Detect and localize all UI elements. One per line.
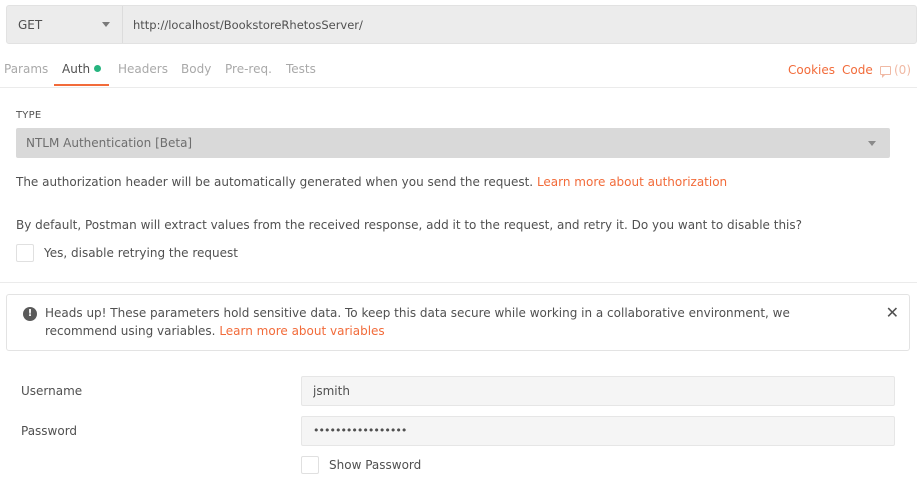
tab-headers[interactable]: Headers	[118, 55, 168, 86]
comments-button[interactable]: (0)	[880, 55, 911, 86]
sensitive-data-alert: ! Heads up! These parameters hold sensit…	[6, 294, 910, 351]
tab-auth[interactable]: Auth	[54, 55, 110, 86]
password-label: Password	[21, 424, 78, 438]
auth-info-line: The authorization header will be automat…	[16, 175, 727, 189]
close-icon[interactable]: ✕	[886, 304, 899, 322]
retry-info-text: By default, Postman will extract values …	[16, 218, 803, 232]
auth-status-dot-icon	[94, 65, 102, 72]
url-input[interactable]	[123, 6, 916, 43]
request-bar: GET	[6, 5, 917, 44]
learn-more-authorization-link[interactable]: Learn more about authorization	[537, 175, 727, 189]
username-label: Username	[21, 384, 83, 398]
auth-info-text: The authorization header will be automat…	[16, 175, 534, 189]
tab-auth-label: Auth	[62, 62, 91, 76]
request-tabs: Params Auth Headers Body Pre-req. Tests …	[0, 55, 917, 88]
show-password-label: Show Password	[329, 458, 422, 472]
cookies-link[interactable]: Cookies	[788, 55, 835, 86]
auth-type-value: NTLM Authentication [Beta]	[26, 136, 193, 150]
method-label: GET	[18, 17, 43, 32]
auth-type-label: TYPE	[16, 110, 42, 121]
alert-message: Heads up! These parameters hold sensitiv…	[45, 306, 790, 338]
exclamation-icon: !	[23, 307, 37, 321]
tab-prerequest-label: Pre-req.	[225, 62, 272, 76]
show-password-row: Show Password	[301, 456, 421, 474]
auth-type-select[interactable]: NTLM Authentication [Beta]	[16, 128, 890, 158]
tab-params-label: Params	[4, 62, 49, 76]
comments-count: (0)	[894, 63, 911, 77]
username-input[interactable]	[301, 376, 895, 406]
comment-icon	[880, 66, 891, 78]
disable-retry-checkbox[interactable]	[16, 244, 34, 262]
tab-body[interactable]: Body	[181, 55, 211, 86]
show-password-checkbox[interactable]	[301, 456, 319, 474]
tab-body-label: Body	[181, 62, 212, 76]
code-link[interactable]: Code	[842, 55, 873, 86]
chevron-down-icon	[102, 22, 110, 27]
disable-retry-row: Yes, disable retrying the request	[16, 244, 238, 262]
method-select[interactable]: GET	[7, 6, 123, 43]
disable-retry-label: Yes, disable retrying the request	[44, 246, 238, 260]
tab-prerequest[interactable]: Pre-req.	[225, 55, 272, 86]
password-input[interactable]: •••••••••••••••••	[301, 416, 895, 446]
tab-tests-label: Tests	[286, 62, 316, 76]
tab-params[interactable]: Params	[4, 55, 48, 86]
tab-tests[interactable]: Tests	[286, 55, 316, 86]
alert-text-block: Heads up! These parameters hold sensitiv…	[45, 304, 865, 340]
section-divider	[0, 282, 917, 283]
chevron-down-icon	[868, 140, 876, 146]
tab-headers-label: Headers	[118, 62, 168, 76]
learn-more-variables-link[interactable]: Learn more about variables	[219, 324, 384, 338]
